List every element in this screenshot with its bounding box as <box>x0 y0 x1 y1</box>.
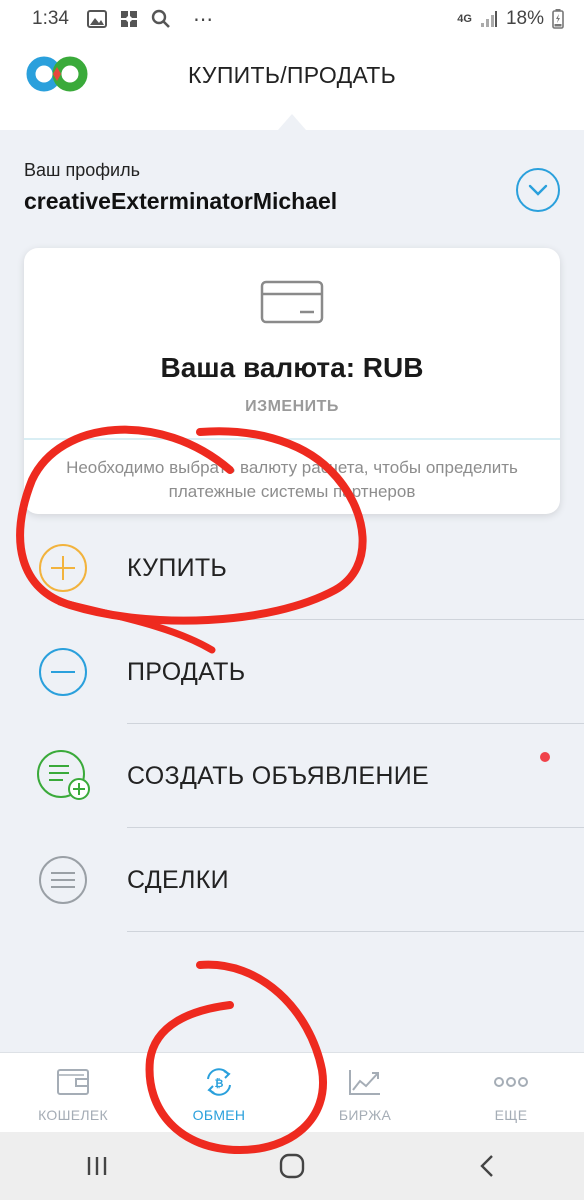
currency-title: Ваша валюта: RUB <box>160 352 424 383</box>
recent-apps-button[interactable] <box>57 1141 137 1191</box>
search-icon <box>151 9 171 29</box>
nav-exchange-label: ОБМЕН <box>192 1107 246 1123</box>
bottom-nav: КОШЕЛЕК ₿ ОБМЕН БИРЖА ЕЩЕ <box>0 1052 584 1132</box>
minus-circle-icon <box>39 648 87 696</box>
action-list: КУПИТЬ ПРОДАТЬ СОЗДАТЬ ОБЪЯВЛЕНИЕ СДЕЛКИ <box>0 516 584 932</box>
currency-card: Ваша валюта: RUB ИЗМЕНИТЬ Необходимо выб… <box>24 248 560 514</box>
app-header: КУПИТЬ/ПРОДАТЬ <box>0 38 584 130</box>
profile-name: creativeExterminatorMichael <box>24 188 338 214</box>
profile-label: Ваш профиль <box>24 160 140 180</box>
back-button[interactable] <box>447 1141 527 1191</box>
create-ad-icon <box>37 750 90 800</box>
notification-dot <box>540 752 550 762</box>
chevron-down-icon <box>528 184 548 196</box>
deals-icon <box>39 856 87 904</box>
deals-label: СДЕЛКИ <box>127 866 229 894</box>
buy-button[interactable]: КУПИТЬ <box>0 516 584 620</box>
app-grid-icon <box>119 9 139 29</box>
divider <box>127 931 584 932</box>
nav-market[interactable]: БИРЖА <box>292 1053 438 1132</box>
status-bar: 1:34 ⋯ 4G 18% <box>0 0 584 38</box>
chart-icon <box>348 1067 382 1097</box>
page-title: КУПИТЬ/ПРОДАТЬ <box>187 62 397 88</box>
header-pointer <box>278 114 306 130</box>
create-ad-label: СОЗДАТЬ ОБЪЯВЛЕНИЕ <box>127 762 429 790</box>
network-type: 4G <box>457 13 472 25</box>
wallet-icon <box>56 1067 90 1097</box>
nav-wallet[interactable]: КОШЕЛЕК <box>0 1053 146 1132</box>
exchange-icon: ₿ <box>202 1067 236 1097</box>
create-ad-button[interactable]: СОЗДАТЬ ОБЪЯВЛЕНИЕ <box>0 724 584 828</box>
buy-label: КУПИТЬ <box>127 554 228 582</box>
profile-selector[interactable]: Ваш профиль creativeExterminatorMichael <box>24 160 560 224</box>
home-icon <box>279 1153 305 1179</box>
currency-note: Необходимо выбрать валюту расчета, чтобы… <box>66 458 518 501</box>
home-button[interactable] <box>252 1141 332 1191</box>
recent-apps-icon <box>88 1157 107 1175</box>
battery-percent: 18% <box>505 8 544 29</box>
deals-button[interactable]: СДЕЛКИ <box>0 828 584 932</box>
nav-more[interactable]: ЕЩЕ <box>438 1053 584 1132</box>
more-notifications-icon: ⋯ <box>192 8 213 31</box>
status-time: 1:34 <box>32 8 69 29</box>
signal-icon <box>480 10 498 28</box>
back-icon <box>479 1155 493 1177</box>
change-currency-button[interactable]: ИЗМЕНИТЬ <box>24 398 560 416</box>
profile-dropdown-button[interactable] <box>516 168 560 212</box>
sell-label: ПРОДАТЬ <box>127 658 246 686</box>
more-icon <box>493 1067 529 1097</box>
plus-circle-icon <box>39 544 87 592</box>
credit-card-icon <box>260 278 324 331</box>
gallery-icon <box>86 10 107 28</box>
sell-button[interactable]: ПРОДАТЬ <box>0 620 584 724</box>
system-nav-bar <box>0 1132 584 1200</box>
card-divider <box>24 438 560 440</box>
nav-more-label: ЕЩЕ <box>494 1107 528 1123</box>
battery-icon <box>552 9 564 29</box>
nav-market-label: БИРЖА <box>338 1107 392 1123</box>
svg-text:₿: ₿ <box>215 1077 224 1090</box>
nav-wallet-label: КОШЕЛЕК <box>38 1107 108 1123</box>
nav-exchange[interactable]: ₿ ОБМЕН <box>146 1053 292 1132</box>
